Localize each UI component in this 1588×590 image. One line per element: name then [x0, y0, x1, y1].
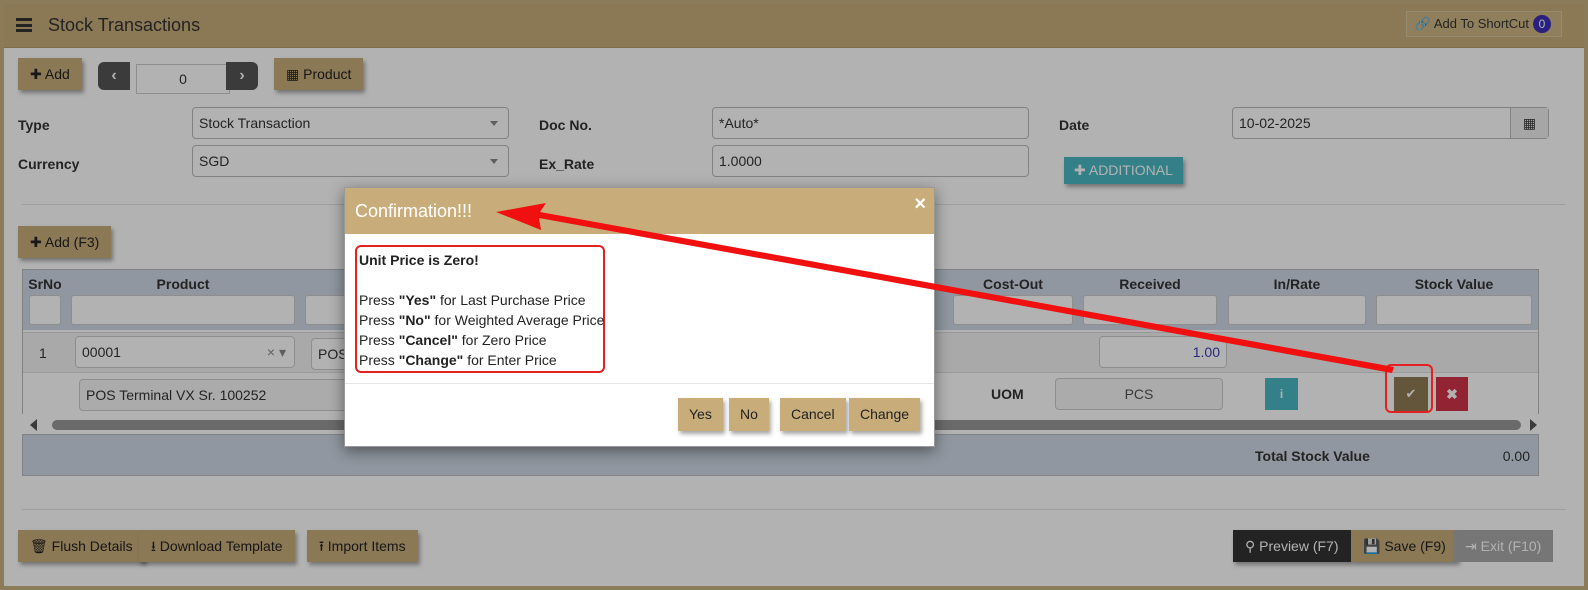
annotation-arrow-shape: [496, 203, 1394, 373]
annotation-arrow: [496, 203, 1394, 373]
